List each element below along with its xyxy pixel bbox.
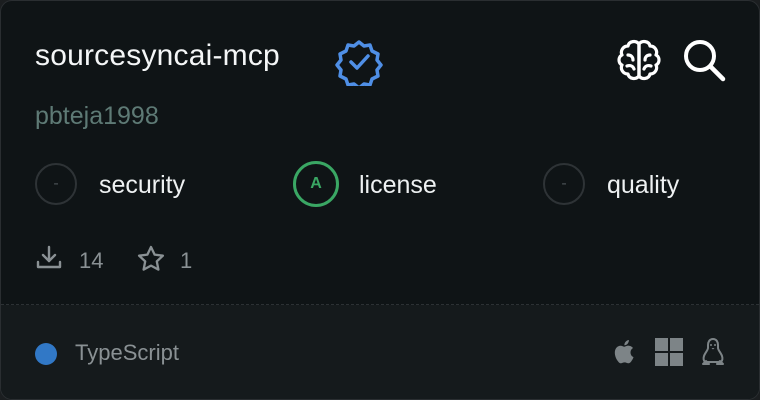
downloads-count: 14 [79,248,104,273]
quality-grade-badge: - [543,163,585,205]
windows-icon [655,338,683,366]
language-color-dot [35,343,57,365]
package-card[interactable]: sourcesyncai-mcp pbteja1998 - security A… [0,0,760,400]
license-grade-badge: A [293,161,339,207]
verified-badge-icon [335,40,383,86]
download-icon [36,245,62,269]
package-author[interactable]: pbteja1998 [35,102,159,131]
security-grade-label: security [99,171,186,199]
brain-icon[interactable] [613,35,665,87]
language-name: TypeScript [75,340,179,365]
license-grade-label: license [359,171,437,199]
quality-grade-label: quality [607,171,680,199]
card-header: sourcesyncai-mcp pbteja1998 - security A… [1,1,759,304]
security-grade-badge: - [35,163,77,205]
stars-stat: 1 [136,244,206,276]
search-icon[interactable] [681,37,727,83]
downloads-stat: 14 [35,244,115,276]
apple-icon [614,340,634,364]
package-name[interactable]: sourcesyncai-mcp [35,39,280,73]
star-icon [137,245,165,271]
card-footer: TypeScript [1,305,759,399]
linux-icon [702,338,724,365]
stars-count: 1 [180,248,193,273]
